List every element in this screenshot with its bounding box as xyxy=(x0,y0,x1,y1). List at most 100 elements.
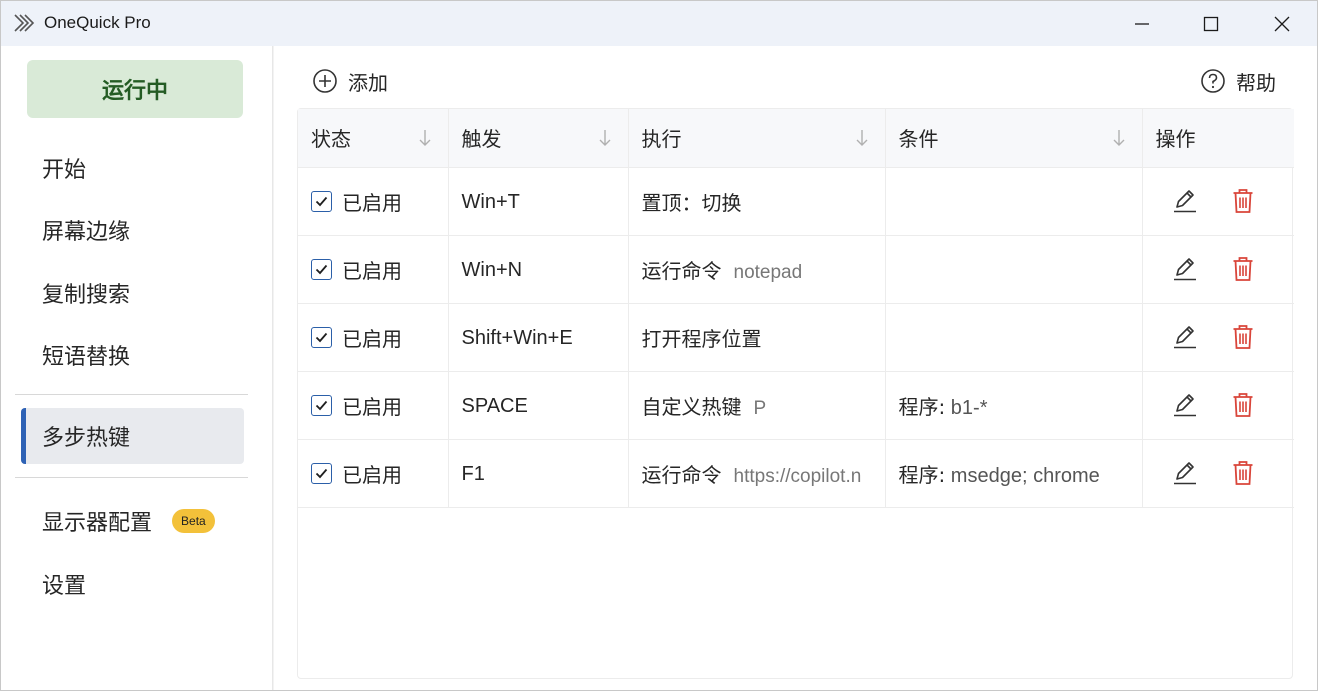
sidebar: 运行中 开始 屏幕边缘 复制搜索 短语替换 多步热键 显示器配置 Beta 设置 xyxy=(1,46,273,690)
sidebar-item-label: 复制搜索 xyxy=(42,283,131,308)
beta-badge: Beta xyxy=(172,509,215,533)
app-logo-icon xyxy=(13,13,37,33)
trigger-cell: F1 xyxy=(448,439,629,508)
execute-action: 运行命令 xyxy=(641,462,722,487)
status-cell: 已启用 xyxy=(298,371,449,440)
app-window: OneQuick Pro 运行中 开始 屏幕边缘 复制搜索 短语替换 多步热键 xyxy=(0,0,1318,691)
table-row[interactable]: 已启用 Win+T 置顶：切换 xyxy=(298,167,1294,236)
maximize-icon xyxy=(1203,16,1219,31)
column-header-execute[interactable]: 执行 xyxy=(628,109,886,168)
edit-icon[interactable] xyxy=(1172,324,1198,350)
trigger-text: Win+N xyxy=(461,258,523,281)
sidebar-item-label: 设置 xyxy=(42,574,87,599)
enabled-checkbox[interactable] xyxy=(311,258,332,280)
sidebar-item-label: 多步热键 xyxy=(42,426,131,451)
delete-icon[interactable] xyxy=(1230,188,1256,214)
help-button[interactable]: 帮助 xyxy=(1200,66,1276,96)
add-circle-icon xyxy=(313,69,337,93)
sort-arrow-icon[interactable] xyxy=(1112,129,1126,147)
sidebar-item-label: 屏幕边缘 xyxy=(42,220,131,245)
close-button[interactable] xyxy=(1259,1,1305,46)
edit-icon[interactable] xyxy=(1172,392,1198,418)
sidebar-item-copy-search[interactable]: 复制搜索 xyxy=(21,265,244,321)
sort-arrow-icon[interactable] xyxy=(598,129,612,147)
execute-action: 打开程序位置 xyxy=(641,326,762,351)
sort-arrow-icon[interactable] xyxy=(855,129,869,147)
edit-icon[interactable] xyxy=(1172,256,1198,282)
maximize-button[interactable] xyxy=(1188,1,1234,46)
delete-icon[interactable] xyxy=(1230,460,1256,486)
execute-argument: https://copilot.n xyxy=(733,465,862,487)
condition-cell: 程序: msedge; chrome xyxy=(885,439,1143,508)
enabled-checkbox[interactable] xyxy=(311,190,332,212)
sidebar-item-label: 开始 xyxy=(42,158,87,183)
execute-argument: notepad xyxy=(733,261,803,283)
trigger-cell: Win+N xyxy=(448,235,629,304)
column-header-trigger[interactable]: 触发 xyxy=(448,109,629,168)
enabled-checkbox[interactable] xyxy=(311,462,332,484)
minimize-icon xyxy=(1135,22,1149,25)
execute-action: 自定义热键 xyxy=(641,394,742,419)
sidebar-item-label: 短语替换 xyxy=(42,345,131,370)
edit-icon[interactable] xyxy=(1172,460,1198,486)
table-row[interactable]: 已启用 F1 运行命令 https://copilot.n 程序: msedge; ch… xyxy=(298,439,1294,508)
trigger-cell: SPACE xyxy=(448,371,629,440)
actions-cell xyxy=(1142,167,1294,236)
trigger-text: F1 xyxy=(461,462,485,485)
execute-cell: 置顶：切换 xyxy=(628,167,886,236)
table-header-row: 状态 触发 执行 条件 操作 xyxy=(298,109,1294,168)
trigger-text: Win+T xyxy=(461,190,520,213)
trigger-cell: Win+T xyxy=(448,167,629,236)
sidebar-item-display-config[interactable]: 显示器配置 Beta xyxy=(21,493,244,549)
status-label: 已启用 xyxy=(342,258,402,283)
column-header-status[interactable]: 状态 xyxy=(298,109,449,168)
sidebar-item-phrase-replace[interactable]: 短语替换 xyxy=(21,327,244,383)
status-cell: 已启用 xyxy=(298,235,449,304)
sidebar-item-start[interactable]: 开始 xyxy=(21,140,244,196)
edit-icon[interactable] xyxy=(1172,188,1198,214)
condition-cell xyxy=(885,303,1143,372)
add-button-label: 添加 xyxy=(348,70,388,95)
add-button[interactable]: 添加 xyxy=(312,66,388,96)
trigger-text: SPACE xyxy=(461,394,528,417)
minimize-button[interactable] xyxy=(1119,1,1165,46)
actions-cell xyxy=(1142,235,1294,304)
trigger-text: Shift+Win+E xyxy=(461,326,573,349)
enabled-checkbox[interactable] xyxy=(311,326,332,348)
execute-cell: 自定义热键 P xyxy=(628,371,886,440)
execute-action: 置顶：切换 xyxy=(641,190,742,215)
title-bar[interactable]: OneQuick Pro xyxy=(1,1,1317,46)
status-label: 已启用 xyxy=(342,190,402,215)
sidebar-item-screen-edge[interactable]: 屏幕边缘 xyxy=(21,202,244,258)
table-row[interactable]: 已启用 Win+N 运行命令 notepad xyxy=(298,235,1294,304)
sidebar-item-multistep-hotkey[interactable]: 多步热键 xyxy=(21,408,244,464)
condition-cell xyxy=(885,235,1143,304)
status-label: 已启用 xyxy=(342,394,402,419)
delete-icon[interactable] xyxy=(1230,392,1256,418)
sidebar-divider xyxy=(15,477,248,478)
main-panel: 添加 帮助 状态 触发 执行 条件 操作 已启用 Win+T 置顶：切换 已启用… xyxy=(274,46,1317,690)
column-header-condition[interactable]: 条件 xyxy=(885,109,1143,168)
execute-cell: 运行命令 https://copilot.n xyxy=(628,439,886,508)
close-icon xyxy=(1274,16,1290,31)
delete-icon[interactable] xyxy=(1230,256,1256,282)
sidebar-item-settings[interactable]: 设置 xyxy=(21,556,244,612)
condition-cell xyxy=(885,167,1143,236)
execute-cell: 打开程序位置 xyxy=(628,303,886,372)
condition-cell: 程序: b1-* xyxy=(885,371,1143,440)
delete-icon[interactable] xyxy=(1230,324,1256,350)
table-row[interactable]: 已启用 Shift+Win+E 打开程序位置 xyxy=(298,303,1294,372)
sidebar-divider xyxy=(15,394,248,395)
execute-cell: 运行命令 notepad xyxy=(628,235,886,304)
table-row[interactable]: 已启用 SPACE 自定义热键 P 程序: b1-* xyxy=(298,371,1294,440)
trigger-cell: Shift+Win+E xyxy=(448,303,629,372)
running-status-button[interactable]: 运行中 xyxy=(27,60,243,118)
sort-arrow-icon[interactable] xyxy=(418,129,432,147)
condition-text: 程序: b1-* xyxy=(898,394,988,419)
condition-text: 程序: msedge; chrome xyxy=(898,462,1100,487)
execute-action: 运行命令 xyxy=(641,258,722,283)
enabled-checkbox[interactable] xyxy=(311,394,332,416)
sidebar-item-label: 显示器配置 xyxy=(42,511,153,536)
execute-argument: P xyxy=(753,397,767,419)
help-button-label: 帮助 xyxy=(1236,70,1276,95)
